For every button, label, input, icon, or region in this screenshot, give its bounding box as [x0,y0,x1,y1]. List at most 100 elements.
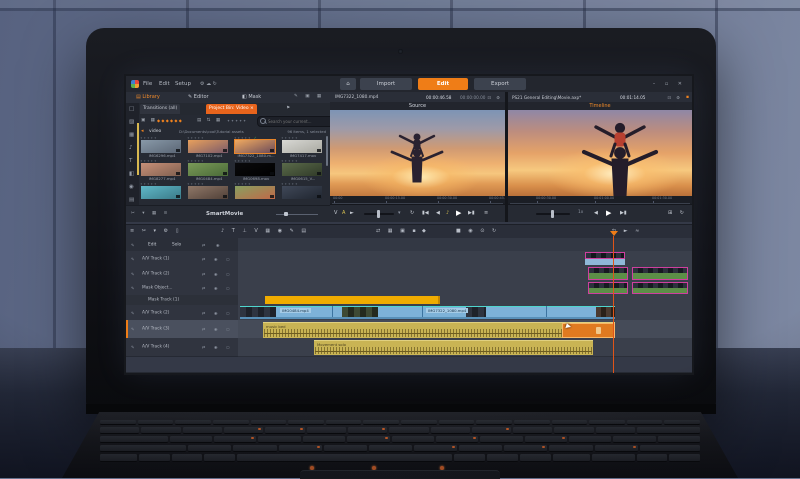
mask-duration-clip[interactable] [265,296,440,304]
trim-handle[interactable] [596,327,601,334]
edit-pencil-icon[interactable]: ✎ [131,271,134,276]
media-filter-icons[interactable]: ◆ ◆ ◆ ◆ ◆ ◆ [157,118,182,123]
prev-button[interactable]: ▮◀ [422,210,429,216]
sidebar-photos-icon[interactable]: ▨ [129,119,134,125]
player-menu-button[interactable]: ≡ [484,210,488,216]
track-header[interactable]: ✎ A/V Track (2) ⇄ ◉ ▭ [126,305,238,321]
mute-icon[interactable]: ⇄ [202,242,205,247]
window-controls[interactable]: – ▫ ✕ [653,81,686,87]
track-header[interactable]: ✎ A/V Track (2) ⇄ ◉ ▭ [126,266,238,282]
back-arrow-icon[interactable]: ◂ [141,128,144,134]
bin-tab-project-video[interactable]: Project Bin: Video × [206,104,257,114]
library-clip[interactable]: ✦✦✦✦✦ IMG0615_V... [281,159,325,182]
source-header-icons[interactable]: ⊡ ⚙ [487,95,502,100]
volume-icon[interactable]: ◉ [214,286,218,291]
breadcrumb[interactable]: video [149,129,161,134]
rating-filter[interactable]: ✦ ✦ ✦ ✦ ✦ [227,119,246,123]
marker-button[interactable]: ◆ [422,228,426,234]
playhead-handle[interactable] [610,231,618,236]
mute-icon[interactable]: ⇄ [202,310,205,315]
import-mode-button[interactable]: Import [360,78,412,90]
track-header[interactable]: ✎ A/V Track (4) ⇄ ◉ ▭ [126,338,238,357]
home-button[interactable]: ⌂ [340,78,356,90]
source-video-frame[interactable] [330,110,505,196]
monitor-icon[interactable]: ▭ [226,327,230,332]
view-mode-icons[interactable]: ▣ ▦ [141,118,157,123]
library-clip[interactable]: ✦✦✦✦✦ IMG0698.mov [234,159,278,182]
fullscreen-icons[interactable]: ⊞ ↻ [668,210,687,216]
video-toggle[interactable]: V [334,210,337,216]
sidebar-video-icon[interactable]: ▦ [129,132,134,138]
edit-pencil-icon[interactable]: ✎ [131,242,134,247]
track-header[interactable]: ✎ A/V Track (3) ⇄ ◉ ▭ [126,320,238,339]
mute-icon[interactable]: ⇄ [202,345,205,350]
sidebar-music-icon[interactable]: ♪ [129,145,133,151]
edit-pencil-icon[interactable]: ✎ [131,256,134,261]
thumb-zoom-slider[interactable] [276,214,318,215]
mask-object-clip[interactable] [588,282,628,294]
record-icon[interactable]: ▪ [686,95,689,100]
video-clip-sequence[interactable]: IMG0484.mp4 IMG7322_1080.mp4 [240,306,615,319]
bin-tab-transitions[interactable]: Transitions (all) [140,104,181,114]
menu-setup[interactable]: Setup [175,81,191,87]
export-mode-button[interactable]: Export [474,78,526,90]
sidebar-effects-icon[interactable]: ◉ [129,184,134,190]
edit-pencil-icon[interactable]: ✎ [131,286,134,291]
mute-icon[interactable]: ⇄ [202,256,205,261]
tab-mask[interactable]: ◧ Mask [242,94,261,100]
smartmovie-button[interactable]: SmartMovie [206,211,243,217]
speed-label[interactable]: 1x [578,210,583,215]
library-clip[interactable]: ✦✦✦✦✦ [140,182,184,205]
menu-file[interactable]: File [143,81,152,87]
library-clip[interactable]: ✦✦✦✦✦ IMG7417.mov [281,136,325,159]
sort-view-icons[interactable]: ▤ ⇅ ▦ [197,118,222,123]
thumb-zoom-knob[interactable] [284,212,288,216]
mask-object-clip[interactable] [632,282,688,294]
volume-icon[interactable]: ◉ [214,271,218,276]
play-button[interactable]: ▶ [606,209,611,217]
volume-icon[interactable]: ◉ [214,310,218,315]
step-back-button[interactable]: ◀ [436,210,440,216]
edit-pencil-icon[interactable]: ✎ [131,327,134,332]
volume-icon[interactable]: ◉ [214,327,218,332]
volume-icon[interactable]: ◉ [216,242,220,247]
volume-icon[interactable]: ◉ [214,345,218,350]
edit-pencil-icon[interactable]: ✎ [131,310,134,315]
footer-tool-icons[interactable]: ✂ ▾ ▦ ≡ [131,211,170,216]
volume-icon[interactable]: ◉ [214,256,218,261]
sidebar-montage-icon[interactable]: ▤ [129,197,134,203]
timeline-tools-center[interactable]: ♪ T ⊥ V ▦ ◉ ✎ ▤ [221,228,309,234]
timeline-tools-right[interactable]: ⇄ ▦ ▣ ▪ [376,228,419,234]
movement-audio-clip[interactable]: Movement solo [314,340,593,355]
menubar-icons[interactable]: ⚙ ☁ ↻ [200,81,217,87]
timeline-video-frame[interactable] [508,110,692,196]
track-header[interactable]: ✎ A/V Track (1) ⇄ ◉ ▭ [126,251,238,267]
library-clip[interactable]: ✦✦✦✦✦ [234,182,278,205]
jog-knob[interactable] [551,210,554,218]
mask-edit-button[interactable]: Edit [148,242,156,247]
library-clip[interactable]: ✦✦✦✦✦ ✓ IMG7322_1080.m... [234,136,278,159]
edit-mode-button[interactable]: Edit [418,78,468,90]
play-button[interactable]: ▶ [456,209,461,217]
timeline-scrubber[interactable]: 00:00:30.00 00:01:00.00 00:01:30.00 [508,196,692,204]
masked-clip[interactable] [588,267,628,280]
panel-option-icons[interactable]: ✎ ▣ ▦ [294,94,324,99]
mute-icon[interactable]: ⇄ [202,271,205,276]
masked-clip[interactable] [632,267,688,280]
menu-edit[interactable]: Edit [159,81,170,87]
sidebar-titles-icon[interactable]: T [129,158,132,164]
library-clip[interactable]: ✦✦✦✦✦ [281,182,325,205]
step-back-button[interactable]: ◀ [594,210,598,216]
source-scrubber[interactable]: 00:00 00:00:15.00 00:00:30.00 00:00:45.00 [330,196,509,204]
monitor-icon[interactable]: ▭ [226,286,230,291]
audio-toggle[interactable]: A [342,210,345,216]
timeline-header-icons[interactable]: ⊡ ⚙ [667,95,682,100]
sidebar-transitions-icon[interactable]: ◧ [129,171,134,177]
monitor-icon[interactable]: ▭ [226,271,230,276]
flag-icon[interactable]: ⚑ [286,106,290,111]
monitor-icon[interactable]: ▭ [226,256,230,261]
track-header[interactable]: ✎ Mask Object... ⇄ ◉ ▭ [126,281,238,296]
loop-button[interactable]: ↻ [410,210,414,216]
mask-solo-button[interactable]: Solo [172,242,181,247]
edit-pencil-icon[interactable]: ✎ [131,345,134,350]
